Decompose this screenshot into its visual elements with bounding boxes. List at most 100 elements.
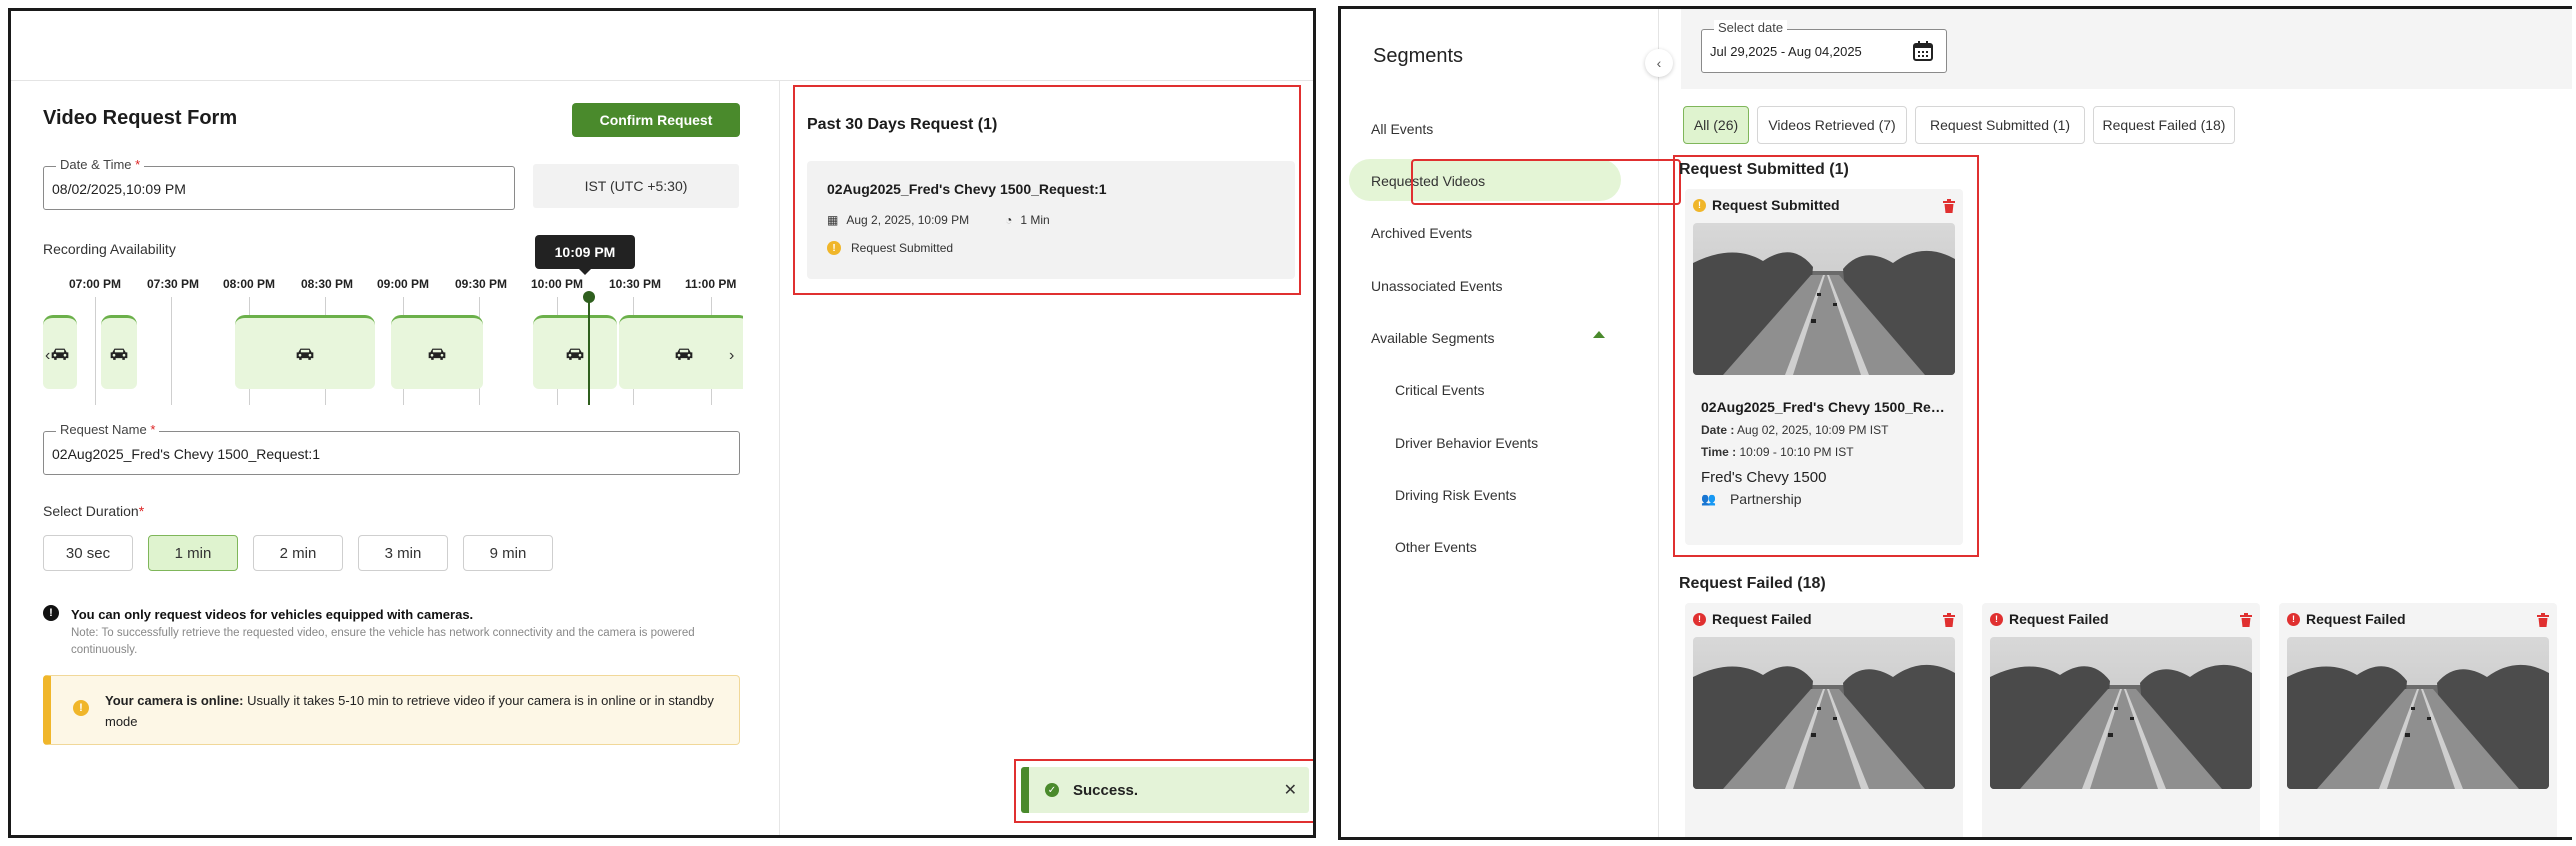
sidebar-item-all-events[interactable]: All Events	[1371, 121, 1433, 137]
failed-video-card[interactable]: ! Request Failed	[1685, 603, 1963, 837]
recording-timeline[interactable]: ‹ 07:00 PM 07:30 PM 08:00 PM 08:30 PM 09…	[43, 267, 743, 407]
car-icon	[295, 347, 315, 361]
past-request-name: 02Aug2025_Fred's Chevy 1500_Request:1	[827, 181, 1107, 197]
date-range-field[interactable]: Select date Jul 29,2025 - Aug 04,2025	[1701, 20, 1947, 73]
sidebar-item-driver-behavior-events[interactable]: Driver Behavior Events	[1395, 435, 1538, 451]
duration-option-30sec[interactable]: 30 sec	[43, 535, 133, 571]
requested-videos-highlight	[1411, 159, 1681, 205]
delete-icon[interactable]	[2537, 613, 2549, 627]
date-range-label: Select date	[1714, 20, 1788, 35]
car-icon	[50, 347, 70, 361]
card-status: ! Request Failed	[1990, 611, 2109, 627]
recording-segment[interactable]	[619, 315, 743, 389]
past-request-status: ! Request Submitted	[827, 241, 953, 255]
delete-icon[interactable]	[1943, 613, 1955, 627]
filter-videos-retrieved[interactable]: Videos Retrieved (7)	[1757, 106, 1907, 144]
date-time-value: 08/02/2025,10:09 PM	[52, 181, 186, 197]
card-request-name: 02Aug2025_Fred's Chevy 1500_Request:1	[1701, 399, 1949, 415]
error-icon: !	[1693, 612, 1706, 626]
timeline-tick	[95, 297, 96, 405]
past-request-status-text: Request Submitted	[851, 241, 954, 255]
recording-segment[interactable]	[235, 315, 375, 389]
pending-icon: !	[1693, 198, 1706, 212]
sidebar-item-driving-risk-events[interactable]: Driving Risk Events	[1395, 487, 1516, 503]
card-status: ! Request Failed	[2287, 611, 2406, 627]
error-icon: !	[1990, 612, 2003, 626]
past-requests-title: Past 30 Days Request (1)	[807, 116, 998, 133]
current-time-dot[interactable]	[583, 291, 595, 303]
past-request-meta: ▦ Aug 2, 2025, 10:09 PM ◔ 1 Min	[827, 213, 1050, 227]
card-status-text: Request Failed	[2306, 611, 2406, 627]
duration-option-9min[interactable]: 9 min	[463, 535, 553, 571]
confirm-request-button[interactable]: Confirm Request	[572, 103, 740, 137]
timeline-tick-label: 08:30 PM	[301, 277, 354, 291]
duration-option-2min[interactable]: 2 min	[253, 535, 343, 571]
expand-up-icon[interactable]	[1593, 331, 1605, 338]
calendar-icon[interactable]	[1912, 40, 1934, 62]
timeline-next-icon[interactable]: ›	[729, 347, 734, 365]
recording-segment[interactable]	[101, 315, 137, 389]
past-request-card[interactable]: 02Aug2025_Fred's Chevy 1500_Request:1 ▦ …	[807, 161, 1295, 279]
sidebar-title: Segments	[1373, 45, 1464, 67]
video-thumbnail[interactable]	[1693, 223, 1955, 375]
filter-request-failed[interactable]: Request Failed (18)	[2093, 106, 2235, 144]
timeline-tick-label: 11:00 PM	[685, 277, 737, 291]
close-icon[interactable]: ✕	[1284, 780, 1297, 800]
timeline-tick-label: 08:00 PM	[223, 277, 276, 291]
recording-segment[interactable]	[391, 315, 483, 389]
timeline-tick-label: 09:00 PM	[377, 277, 430, 291]
card-status: ! Request Failed	[1693, 611, 1812, 627]
duration-option-1min[interactable]: 1 min	[148, 535, 238, 571]
collapse-sidebar-icon[interactable]: ‹	[1645, 49, 1673, 77]
pending-icon: !	[827, 241, 841, 255]
form-title: Video Request Form	[43, 107, 238, 129]
toast-message: Success.	[1073, 781, 1139, 799]
timeline-tick-label: 07:30 PM	[147, 277, 200, 291]
timeline-tick-label: 10:30 PM	[609, 277, 662, 291]
delete-icon[interactable]	[2240, 613, 2252, 627]
date-time-label: Date & Time *	[56, 157, 145, 172]
request-name-field[interactable]: Request Name * 02Aug2025_Fred's Chevy 15…	[43, 422, 740, 475]
segments-window: Segments ‹ All Events Requested Videos A…	[1338, 6, 2572, 840]
video-request-window: Video Request Form Confirm Request Date …	[8, 8, 1316, 838]
submitted-video-card[interactable]: ! Request Submitted 02Aug2025_Fred's Che…	[1685, 189, 1963, 545]
sidebar-item-available-segments[interactable]: Available Segments	[1371, 330, 1494, 346]
window-header-bar	[11, 11, 1313, 81]
request-name-value: 02Aug2025_Fred's Chevy 1500_Request:1	[52, 446, 321, 462]
sidebar-item-other-events[interactable]: Other Events	[1395, 539, 1477, 555]
timeline-tick-label: 10:00 PM	[531, 277, 584, 291]
sidebar-item-critical-events[interactable]: Critical Events	[1395, 382, 1484, 398]
date-time-field[interactable]: Date & Time * 08/02/2025,10:09 PM	[43, 157, 515, 210]
car-icon	[427, 347, 447, 361]
delete-icon[interactable]	[1943, 199, 1955, 213]
card-group: 👥 Partnership	[1701, 491, 1802, 507]
past-request-date: Aug 2, 2025, 10:09 PM	[846, 213, 970, 227]
video-thumbnail[interactable]	[1990, 637, 2252, 789]
timezone-display: IST (UTC +5:30)	[533, 164, 739, 208]
date-range-value: Jul 29,2025 - Aug 04,2025	[1710, 44, 1862, 59]
group-users-icon: 👥	[1701, 492, 1716, 506]
car-icon	[565, 347, 585, 361]
camera-online-text: Your camera is online: Usually it takes …	[105, 693, 714, 729]
check-circle-icon: ✓	[1045, 783, 1059, 797]
filter-request-submitted[interactable]: Request Submitted (1)	[1915, 106, 2085, 144]
recording-segment[interactable]	[533, 315, 617, 389]
card-status-text: Request Failed	[2009, 611, 2109, 627]
video-thumbnail[interactable]	[2287, 637, 2549, 789]
camera-requirement-text: You can only request videos for vehicles…	[71, 607, 474, 622]
timeline-tick-label: 09:30 PM	[455, 277, 508, 291]
timeline-tick-label: 07:00 PM	[69, 277, 122, 291]
info-icon: !	[43, 605, 59, 621]
failed-video-card[interactable]: ! Request Failed	[1982, 603, 2260, 837]
car-icon	[109, 347, 129, 361]
filter-all[interactable]: All (26)	[1683, 106, 1749, 144]
duration-option-3min[interactable]: 3 min	[358, 535, 448, 571]
card-status: ! Request Submitted	[1693, 197, 1840, 213]
failed-video-card[interactable]: ! Request Failed	[2279, 603, 2557, 837]
failed-group-title: Request Failed (18)	[1679, 575, 1826, 592]
sidebar-item-archived-events[interactable]: Archived Events	[1371, 225, 1472, 241]
sidebar-item-unassociated-events[interactable]: Unassociated Events	[1371, 278, 1503, 294]
card-vehicle: Fred's Chevy 1500	[1701, 469, 1827, 486]
timeline-prev-icon[interactable]: ‹	[45, 347, 50, 365]
video-thumbnail[interactable]	[1693, 637, 1955, 789]
